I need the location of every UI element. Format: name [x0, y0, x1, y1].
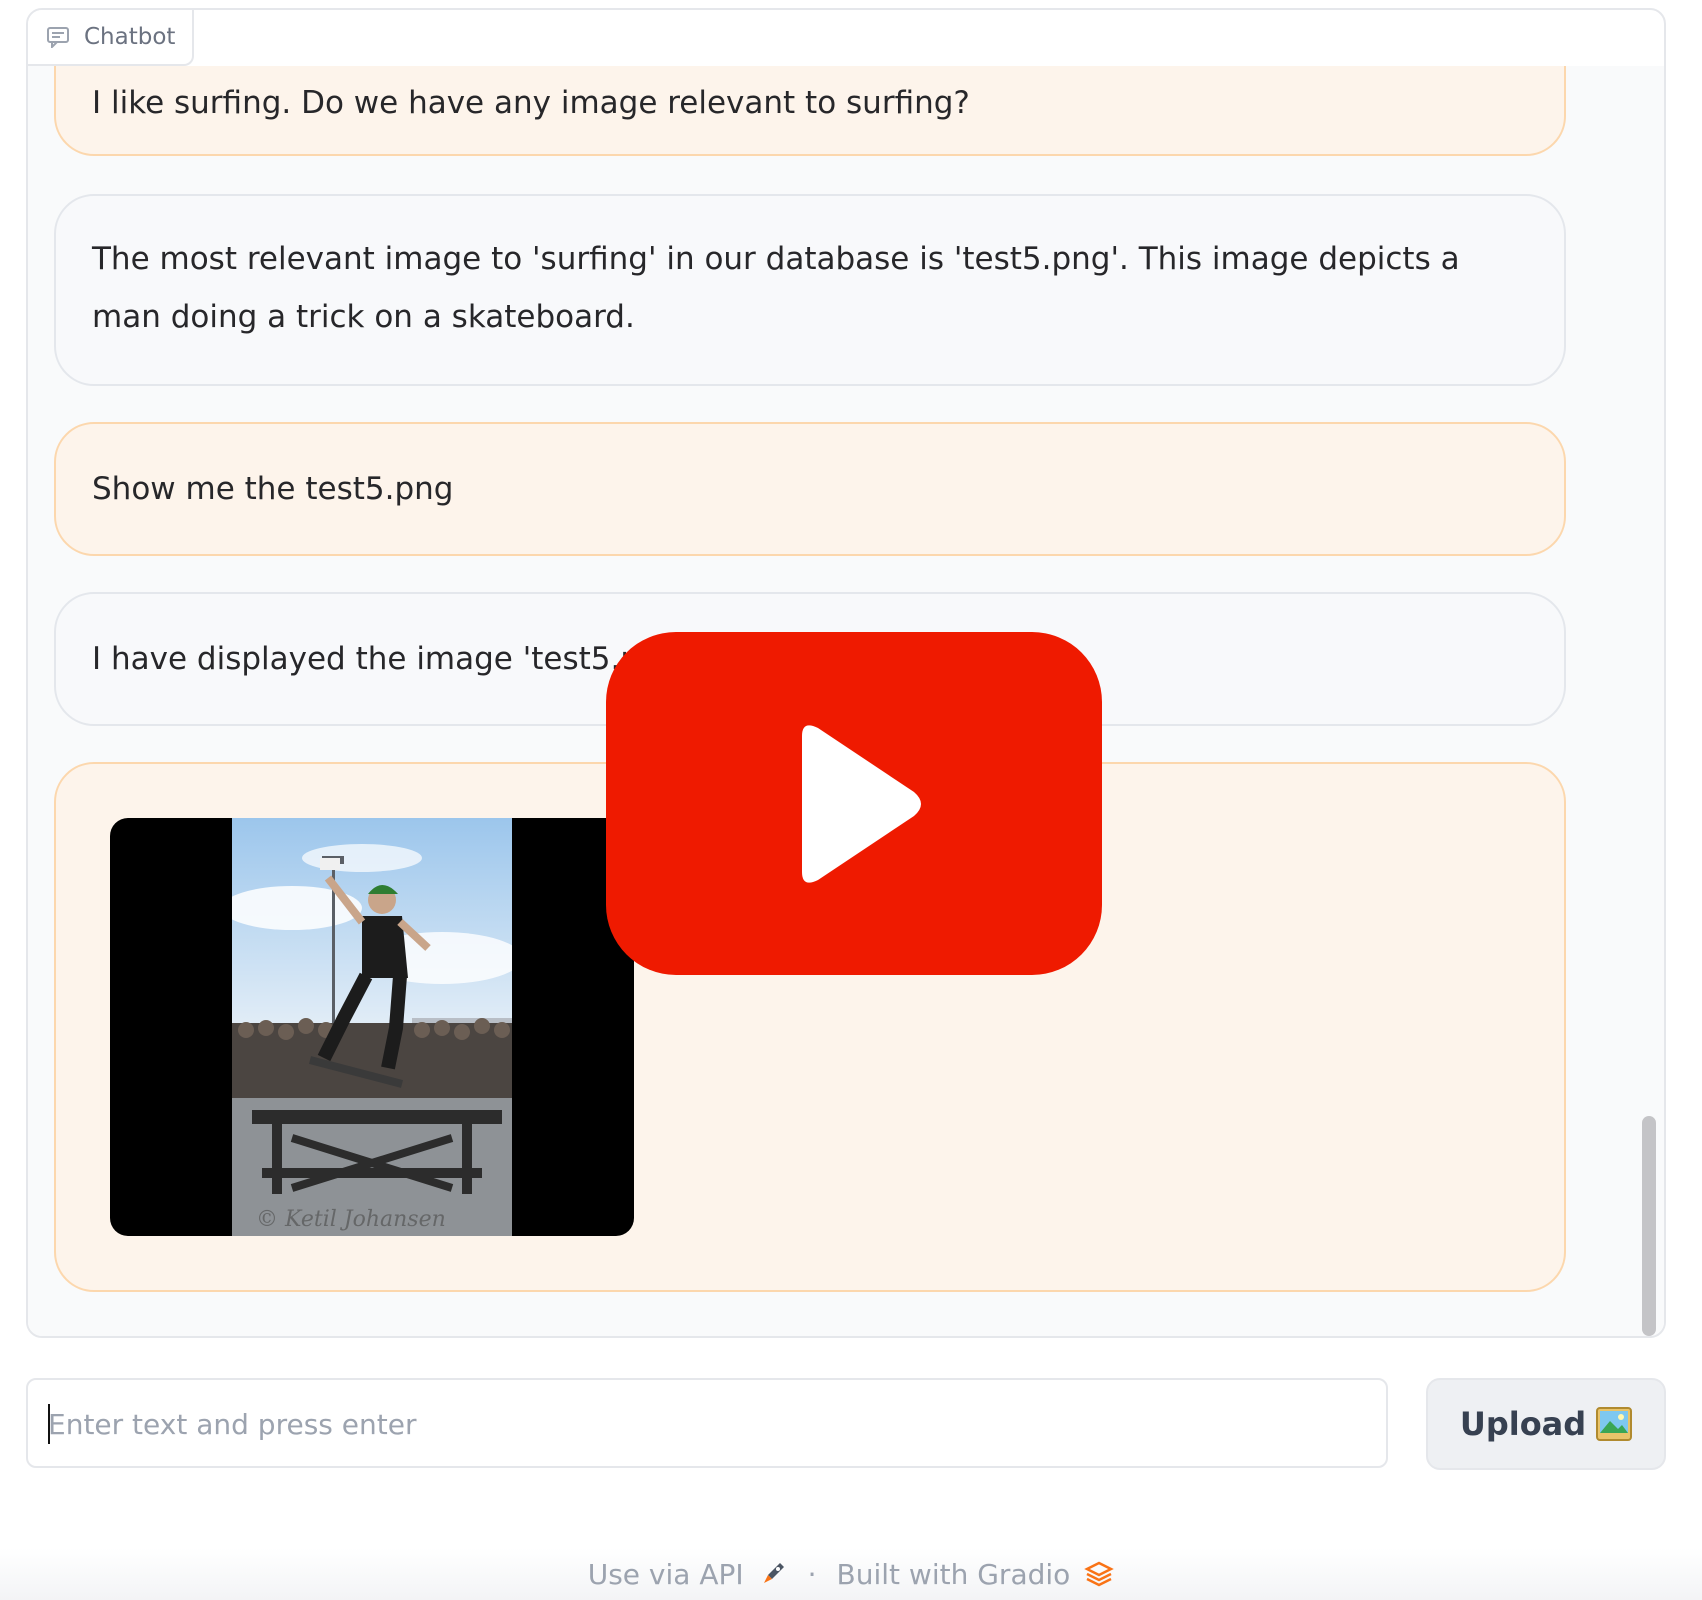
chatbot-label-text: Chatbot	[84, 24, 176, 50]
message-input-box[interactable]	[26, 1378, 1388, 1468]
video-play-button[interactable]	[606, 632, 1102, 975]
upload-button-label: Upload	[1459, 1405, 1587, 1443]
built-with-gradio-link[interactable]: Built with Gradio	[837, 1558, 1071, 1591]
bot-message: The most relevant image to 'surfing' in …	[54, 194, 1566, 386]
image-watermark: © Ketil Johansen	[256, 1207, 446, 1232]
scrollbar[interactable]	[1642, 1116, 1656, 1336]
user-message: Show me the test5.png	[54, 422, 1566, 556]
upload-button[interactable]: Upload	[1426, 1378, 1666, 1470]
chatbot-label: Chatbot	[28, 10, 194, 66]
footer-separator: ·	[807, 1557, 817, 1591]
play-icon	[802, 724, 921, 883]
message-input[interactable]	[46, 1380, 1370, 1468]
skateboard-image: © Ketil Johansen	[232, 818, 512, 1236]
picture-icon	[1596, 1407, 1633, 1441]
message-text: I like surfing. Do we have any image rel…	[92, 85, 970, 121]
chat-bubble-icon	[47, 27, 69, 48]
text-caret	[48, 1404, 50, 1444]
footer: Use via API · Built with Gradio	[0, 1548, 1702, 1600]
rocket-icon	[763, 1563, 784, 1583]
message-text: Show me the test5.png	[92, 471, 454, 507]
use-via-api-link[interactable]: Use via API	[588, 1558, 744, 1591]
gradio-logo-icon	[1084, 1561, 1115, 1587]
user-message: I like surfing. Do we have any image rel…	[54, 66, 1566, 156]
skateboard-photo[interactable]: © Ketil Johansen	[110, 818, 634, 1236]
message-text: The most relevant image to 'surfing' in …	[92, 241, 1460, 335]
